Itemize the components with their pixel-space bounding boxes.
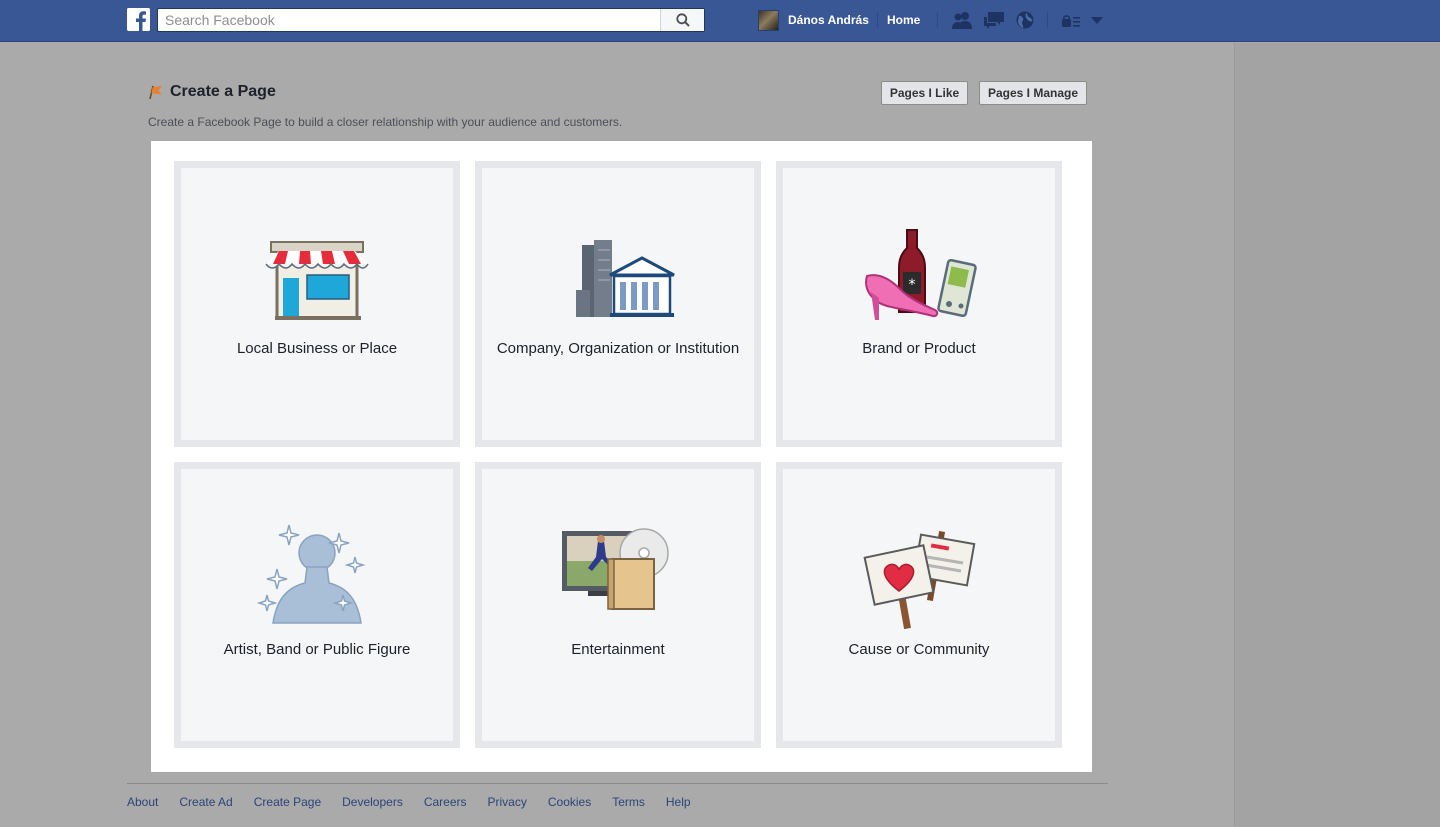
public-figure-icon [257,524,366,624]
entertainment-icon [562,528,669,610]
category-label: Cause or Community [848,641,990,658]
footer-links: About Create Ad Create Page Developers C… [127,795,712,809]
privacy-shortcuts-icon[interactable] [1061,14,1081,28]
home-link[interactable]: Home [887,13,920,27]
footer-link-help[interactable]: Help [666,795,691,809]
category-label: Company, Organization or Institution [496,340,740,357]
svg-text:*: * [909,277,916,293]
category-tile-company[interactable]: Company, Organization or Institution [475,161,761,447]
category-label: Entertainment [571,641,665,658]
footer-link-about[interactable]: About [127,795,158,809]
nav-divider [1047,12,1048,28]
page-title-text: Create a Page [170,83,276,100]
tile-inner: Cause or Community [783,469,1055,741]
category-tile-entertainment[interactable]: Entertainment [475,462,761,748]
search-box [157,8,705,32]
community-signs-icon [863,531,976,630]
tile-inner: Company, Organization or Institution [482,168,754,440]
category-tile-artist[interactable]: Artist, Band or Public Figure [174,462,460,748]
footer-link-cookies[interactable]: Cookies [548,795,591,809]
category-label: Brand or Product [862,340,976,357]
category-tile-local-business[interactable]: Local Business or Place [174,161,460,447]
right-sidebar [1234,43,1440,827]
nav-divider [937,12,938,28]
account-menu-chevron-icon[interactable] [1091,17,1103,24]
top-navigation-bar: Dános András Home [0,0,1440,42]
flag-icon [149,85,162,99]
facebook-logo-icon[interactable] [127,8,150,31]
nav-divider [877,12,878,28]
products-icon: * [865,229,977,320]
friend-requests-icon[interactable] [950,10,974,30]
footer-link-developers[interactable]: Developers [342,795,403,809]
footer-link-create-page[interactable]: Create Page [254,795,321,809]
tile-inner: Artist, Band or Public Figure [181,469,453,741]
page-title: Create a Page [148,82,276,102]
tile-inner: Entertainment [482,469,754,741]
footer-link-privacy[interactable]: Privacy [488,795,527,809]
notifications-globe-icon[interactable] [1014,10,1036,32]
category-label: Artist, Band or Public Figure [223,641,411,658]
category-panel: Local Business or Place Company, Organiz… [151,141,1092,772]
office-building-icon [576,240,675,317]
pages-i-manage-button[interactable]: Pages I Manage [979,81,1087,105]
tile-inner: * Brand or Product [783,168,1055,440]
user-name: Dános András [788,13,869,27]
page-subtitle: Create a Facebook Page to build a closer… [148,115,623,129]
footer-link-terms[interactable]: Terms [612,795,645,809]
footer-divider [127,783,1108,784]
search-button[interactable] [660,9,704,31]
search-input[interactable] [158,9,661,31]
search-icon [675,13,690,27]
category-tile-brand[interactable]: * Brand or Product [776,161,1062,447]
avatar [758,9,779,31]
profile-link[interactable]: Dános András [758,9,869,31]
storefront-icon [265,241,369,320]
pages-i-like-button[interactable]: Pages I Like [881,81,968,105]
tile-inner: Local Business or Place [181,168,453,440]
footer-link-create-ad[interactable]: Create Ad [179,795,232,809]
footer-link-careers[interactable]: Careers [424,795,467,809]
category-tile-cause[interactable]: Cause or Community [776,462,1062,748]
category-label: Local Business or Place [236,340,398,357]
messages-icon[interactable] [982,10,1006,30]
